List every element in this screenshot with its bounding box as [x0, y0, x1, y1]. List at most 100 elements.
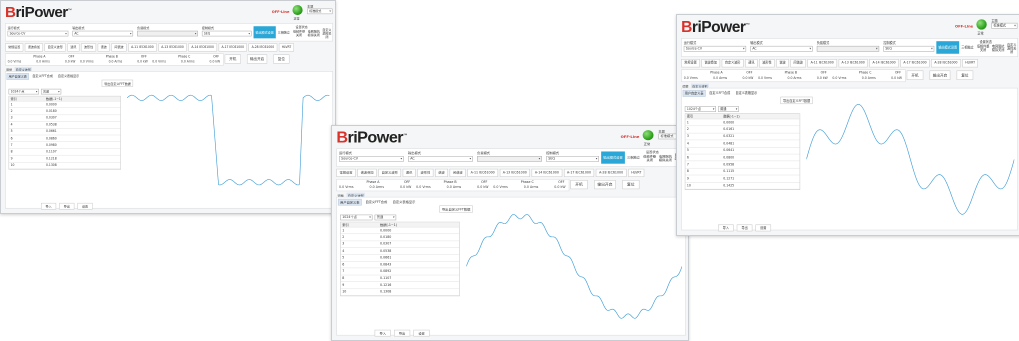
- phase-select[interactable]: 普通: [718, 106, 739, 112]
- grid-impedance-button[interactable]: 电网阻抗模拟关闭: [991, 43, 1006, 53]
- table-row[interactable]: 10 0.1425: [685, 182, 800, 190]
- toolbar-button-9[interactable]: A-13 IEC61000: [499, 168, 531, 177]
- toolbar-button-12[interactable]: A-28 IEC61000: [931, 59, 961, 68]
- toolbar-button-6[interactable]: 谐波: [97, 43, 110, 52]
- toolbar-button-6[interactable]: 谐波: [435, 168, 449, 177]
- points-select[interactable]: 1024个点: [684, 106, 716, 112]
- output-mode-select[interactable]: AC: [750, 45, 813, 52]
- table-row[interactable]: 5 0.0661: [9, 128, 121, 136]
- tab-user-table[interactable]: 用户自定义表: [337, 198, 362, 206]
- voltage-reference-button[interactable]: 低频件整关闭: [642, 154, 657, 164]
- theme-select[interactable]: 标准模式: [991, 22, 1018, 29]
- power-on-button[interactable]: 开机: [570, 180, 588, 190]
- tab-user-table[interactable]: 用户自定义表: [6, 73, 29, 80]
- table-row[interactable]: 4 0.0538: [340, 248, 460, 255]
- reset-button[interactable]: 复位: [622, 180, 640, 190]
- table-row[interactable]: 10 0.1308: [9, 162, 121, 170]
- toolbar-button-6[interactable]: 谐波: [776, 59, 789, 68]
- toolbar-button-11[interactable]: A-17 IEC61000: [218, 43, 248, 52]
- toolbar-button-9[interactable]: A-13 IEC61000: [158, 43, 187, 52]
- tab-fft-synthesis[interactable]: 自定义FFT合成: [31, 73, 55, 80]
- toolbar-button-4[interactable]: 通讯: [67, 43, 80, 52]
- control-mode-select[interactable]: SEQ: [546, 156, 599, 162]
- export-button[interactable]: 导出: [736, 224, 753, 232]
- output-enable-button[interactable]: 输出开启: [246, 54, 268, 64]
- toolbar-button-11[interactable]: A-17 IEC61000: [900, 59, 930, 68]
- phase-select[interactable]: 普通: [374, 214, 397, 221]
- table-row[interactable]: 3 0.0307: [9, 115, 121, 122]
- table-row[interactable]: 6 0.0860: [9, 135, 121, 143]
- toolbar-button-2[interactable]: 谐波叠加: [24, 43, 44, 52]
- control-mode-select[interactable]: SEQ: [883, 45, 935, 52]
- toolbar-button-12[interactable]: A-28 IEC61000: [595, 168, 627, 177]
- table-row[interactable]: 8 0.1107: [340, 275, 460, 282]
- voltage-reference-button[interactable]: 低频件整关闭: [976, 43, 991, 53]
- tab-table-display[interactable]: 自定义表格显示: [391, 199, 417, 206]
- toolbar-button-8[interactable]: A-11 IEC61000: [807, 59, 837, 68]
- table-row[interactable]: 10 0.1308: [340, 289, 460, 296]
- voltage-reference-button[interactable]: 低频件整关闭: [292, 28, 306, 38]
- toolbar-button-3[interactable]: 自定义波形: [721, 59, 744, 68]
- table-row[interactable]: 1 0.0000: [340, 227, 460, 235]
- toolbar-button-10[interactable]: A-14 IEC61000: [869, 59, 899, 68]
- points-select[interactable]: 1024个点: [8, 88, 39, 95]
- toolbar-button-3[interactable]: 自定义波形: [378, 168, 402, 177]
- toolbar-button-1[interactable]: 常规设置: [336, 168, 356, 177]
- run-mode-select[interactable]: Source-CV: [339, 156, 404, 162]
- table-row[interactable]: 9 0.1216: [340, 282, 460, 289]
- table-row[interactable]: 5 0.0661: [340, 255, 460, 262]
- tab-table-display[interactable]: 自定义表格显示: [56, 73, 80, 80]
- toolbar-button-1[interactable]: 常规设置: [681, 59, 700, 68]
- output-enable-button[interactable]: 输出开启: [929, 70, 951, 80]
- reset-button[interactable]: 复位: [273, 54, 290, 64]
- toolbar-button-11[interactable]: A-17 IEC61000: [563, 168, 595, 177]
- toolbar-button-4[interactable]: 通讯: [402, 168, 416, 177]
- table-row[interactable]: 3 0.0307: [340, 241, 460, 248]
- import-button[interactable]: 导入: [718, 224, 734, 232]
- points-select[interactable]: 1024个点: [340, 214, 373, 221]
- table-row[interactable]: 9 0.1271: [685, 175, 800, 183]
- custom-source-button[interactable]: 自定义源控关闭: [1006, 43, 1017, 54]
- toolbar-button-5[interactable]: 波形性: [80, 43, 97, 52]
- toolbar-button-7[interactable]: 间谐波: [449, 168, 466, 177]
- power-on-button[interactable]: 开机: [906, 70, 924, 80]
- toolbar-button-2[interactable]: 谐波叠加: [357, 168, 377, 177]
- table-row[interactable]: 2 0.0180: [9, 108, 121, 115]
- table-row[interactable]: 7 0.0892: [340, 268, 460, 276]
- tab-fft-synthesis[interactable]: 自定义FFT合成: [364, 199, 389, 206]
- table-row[interactable]: 7 0.0980: [9, 142, 121, 149]
- table-row[interactable]: 4 0.0481: [685, 140, 800, 148]
- load-mode-select[interactable]: [816, 45, 880, 52]
- load-mode-select[interactable]: [137, 30, 198, 37]
- grid-impedance-button[interactable]: 电网阻抗模拟关闭: [307, 28, 321, 38]
- toolbar-button-8[interactable]: A-11 IEC61000: [128, 43, 157, 52]
- table-row[interactable]: 1 0.0000: [9, 101, 121, 109]
- toolbar-button-12[interactable]: A-28 IEC61000: [248, 43, 278, 52]
- toolbar-button-7[interactable]: 间谐波: [111, 43, 127, 52]
- grid-impedance-button[interactable]: 电网阻抗模拟关闭: [658, 154, 673, 164]
- table-row[interactable]: 6 0.0800: [685, 154, 800, 162]
- toolbar-button-13[interactable]: HLVRT: [278, 43, 295, 52]
- output-mode-select[interactable]: AC: [72, 30, 134, 37]
- table-row[interactable]: 5 0.0641: [685, 147, 800, 155]
- settings-button[interactable]: 设置: [77, 202, 93, 210]
- toolbar-button-4[interactable]: 通讯: [745, 59, 758, 68]
- control-mode-select[interactable]: SEQ: [201, 30, 252, 37]
- output-mode-set-button[interactable]: 输出模式设置: [936, 41, 960, 54]
- table-row[interactable]: 8 0.1115: [685, 168, 800, 176]
- import-button[interactable]: 导入: [40, 202, 57, 210]
- toolbar-button-2[interactable]: 谐波叠加: [701, 59, 721, 68]
- settings-button[interactable]: 设置: [755, 224, 772, 232]
- table-row[interactable]: 7 0.0958: [685, 161, 800, 169]
- run-mode-select[interactable]: Source-CV: [7, 30, 69, 37]
- toolbar-button-3[interactable]: 自定义波形: [44, 43, 66, 52]
- toolbar-button-13[interactable]: HLVRT: [962, 59, 979, 68]
- three-phase-independent-button[interactable]: 三相独立: [960, 41, 975, 54]
- three-phase-independent-button[interactable]: 三相独立: [277, 26, 291, 38]
- toolbar-button-5[interactable]: 波形性: [417, 168, 434, 177]
- table-row[interactable]: 3 0.0321: [685, 133, 800, 141]
- table-row[interactable]: 2 0.0161: [685, 126, 800, 134]
- tab-table-display[interactable]: 自定义表格显示: [734, 90, 759, 97]
- power-on-button[interactable]: 开机: [224, 54, 241, 64]
- export-button[interactable]: 导出: [59, 202, 75, 210]
